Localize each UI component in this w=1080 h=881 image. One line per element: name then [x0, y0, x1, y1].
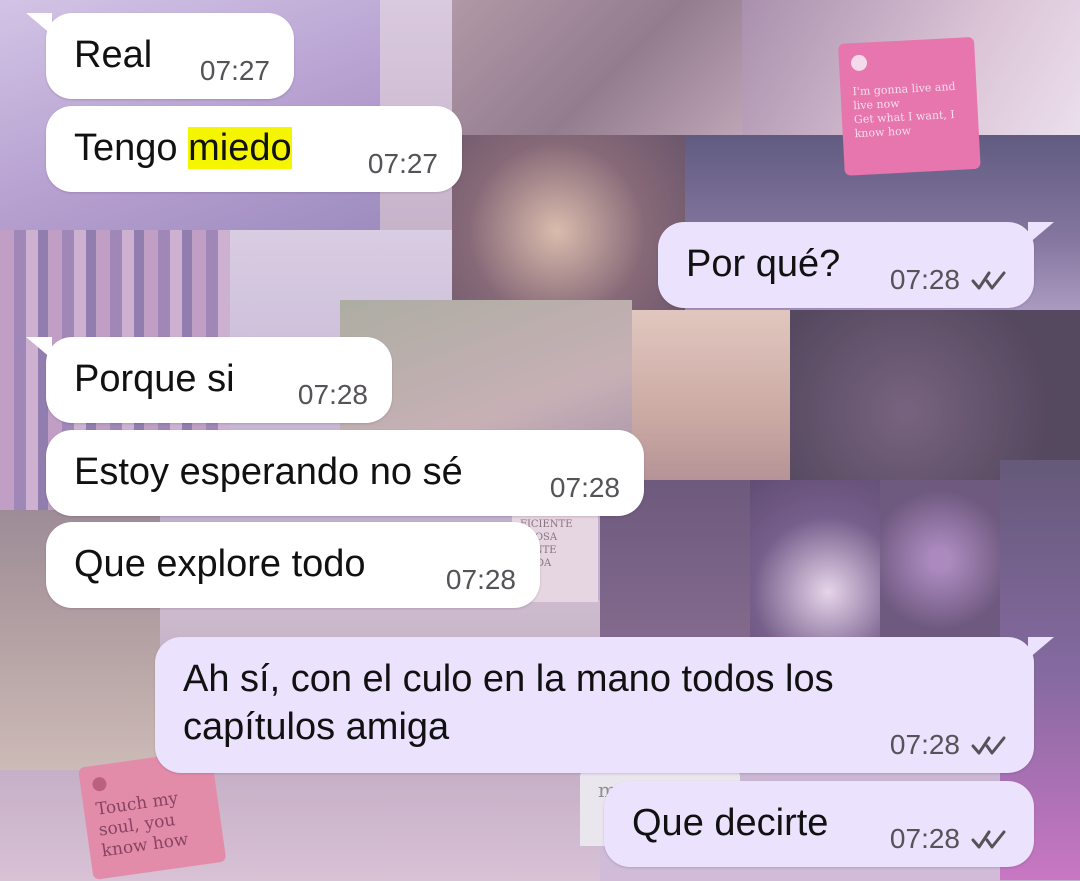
message-text: Por qué? — [686, 240, 840, 288]
message-bubble-incoming[interactable]: Tengo miedo 07:27 — [46, 106, 462, 192]
message-timestamp: 07:28 — [889, 823, 960, 854]
message-text: Tengo miedo — [74, 124, 292, 172]
message-bubble-incoming[interactable]: Real 07:27 — [26, 13, 294, 99]
message-bubble-incoming[interactable]: Porque si 07:28 — [26, 337, 392, 423]
message-text: Que explore todo — [74, 540, 366, 588]
chat-message-list: Real 07:27 Tengo miedo 07:27 Por qué? 07… — [0, 0, 1080, 881]
message-text: Real — [74, 31, 152, 79]
message-meta: 07:28 — [298, 379, 368, 411]
message-text-segment: Real — [74, 34, 153, 76]
message-meta: 07:28 — [550, 472, 620, 504]
message-text-segment: Tengo — [74, 127, 189, 169]
message-bubble-outgoing[interactable]: Ah sí, con el culo en la mano todos los … — [155, 637, 1054, 773]
double-check-icon — [971, 830, 1006, 849]
message-text: Estoy esperando no sé — [74, 448, 463, 496]
message-meta: 07:28 — [890, 264, 1010, 296]
double-check-icon — [971, 271, 1006, 290]
message-text-segment: Que decirte — [632, 802, 829, 844]
message-bubble-incoming[interactable]: Que explore todo 07:28 — [46, 522, 540, 608]
message-text-segment: Porque si — [74, 358, 235, 400]
message-bubble-outgoing[interactable]: Que decirte 07:28 — [604, 781, 1034, 867]
message-timestamp: 07:27 — [199, 55, 270, 86]
message-bubble-incoming[interactable]: Estoy esperando no sé 07:28 — [46, 430, 644, 516]
message-meta: 07:28 — [890, 729, 1010, 761]
message-meta: 07:27 — [200, 55, 270, 87]
message-meta: 07:28 — [890, 823, 1010, 855]
message-meta: 07:27 — [368, 148, 438, 180]
message-meta: 07:28 — [446, 564, 516, 596]
message-timestamp: 07:28 — [549, 472, 620, 503]
double-check-icon — [971, 736, 1006, 755]
message-text: Que decirte — [632, 799, 828, 847]
message-timestamp: 07:28 — [889, 729, 960, 760]
message-text: Ah sí, con el culo en la mano todos los … — [183, 655, 973, 751]
highlighted-text: miedo — [188, 127, 292, 169]
message-timestamp: 07:28 — [889, 264, 960, 295]
message-text: Porque si — [74, 355, 235, 403]
message-text-segment: Que explore todo — [74, 543, 366, 585]
message-text-segment: Por qué? — [686, 243, 841, 285]
message-text-segment: Ah sí, con el culo en la mano todos los … — [183, 658, 834, 748]
message-text-segment: Estoy esperando no sé — [74, 451, 463, 493]
message-bubble-outgoing[interactable]: Por qué? 07:28 — [658, 222, 1054, 308]
message-timestamp: 07:28 — [297, 379, 368, 410]
message-timestamp: 07:28 — [445, 564, 516, 595]
message-timestamp: 07:27 — [367, 148, 438, 179]
